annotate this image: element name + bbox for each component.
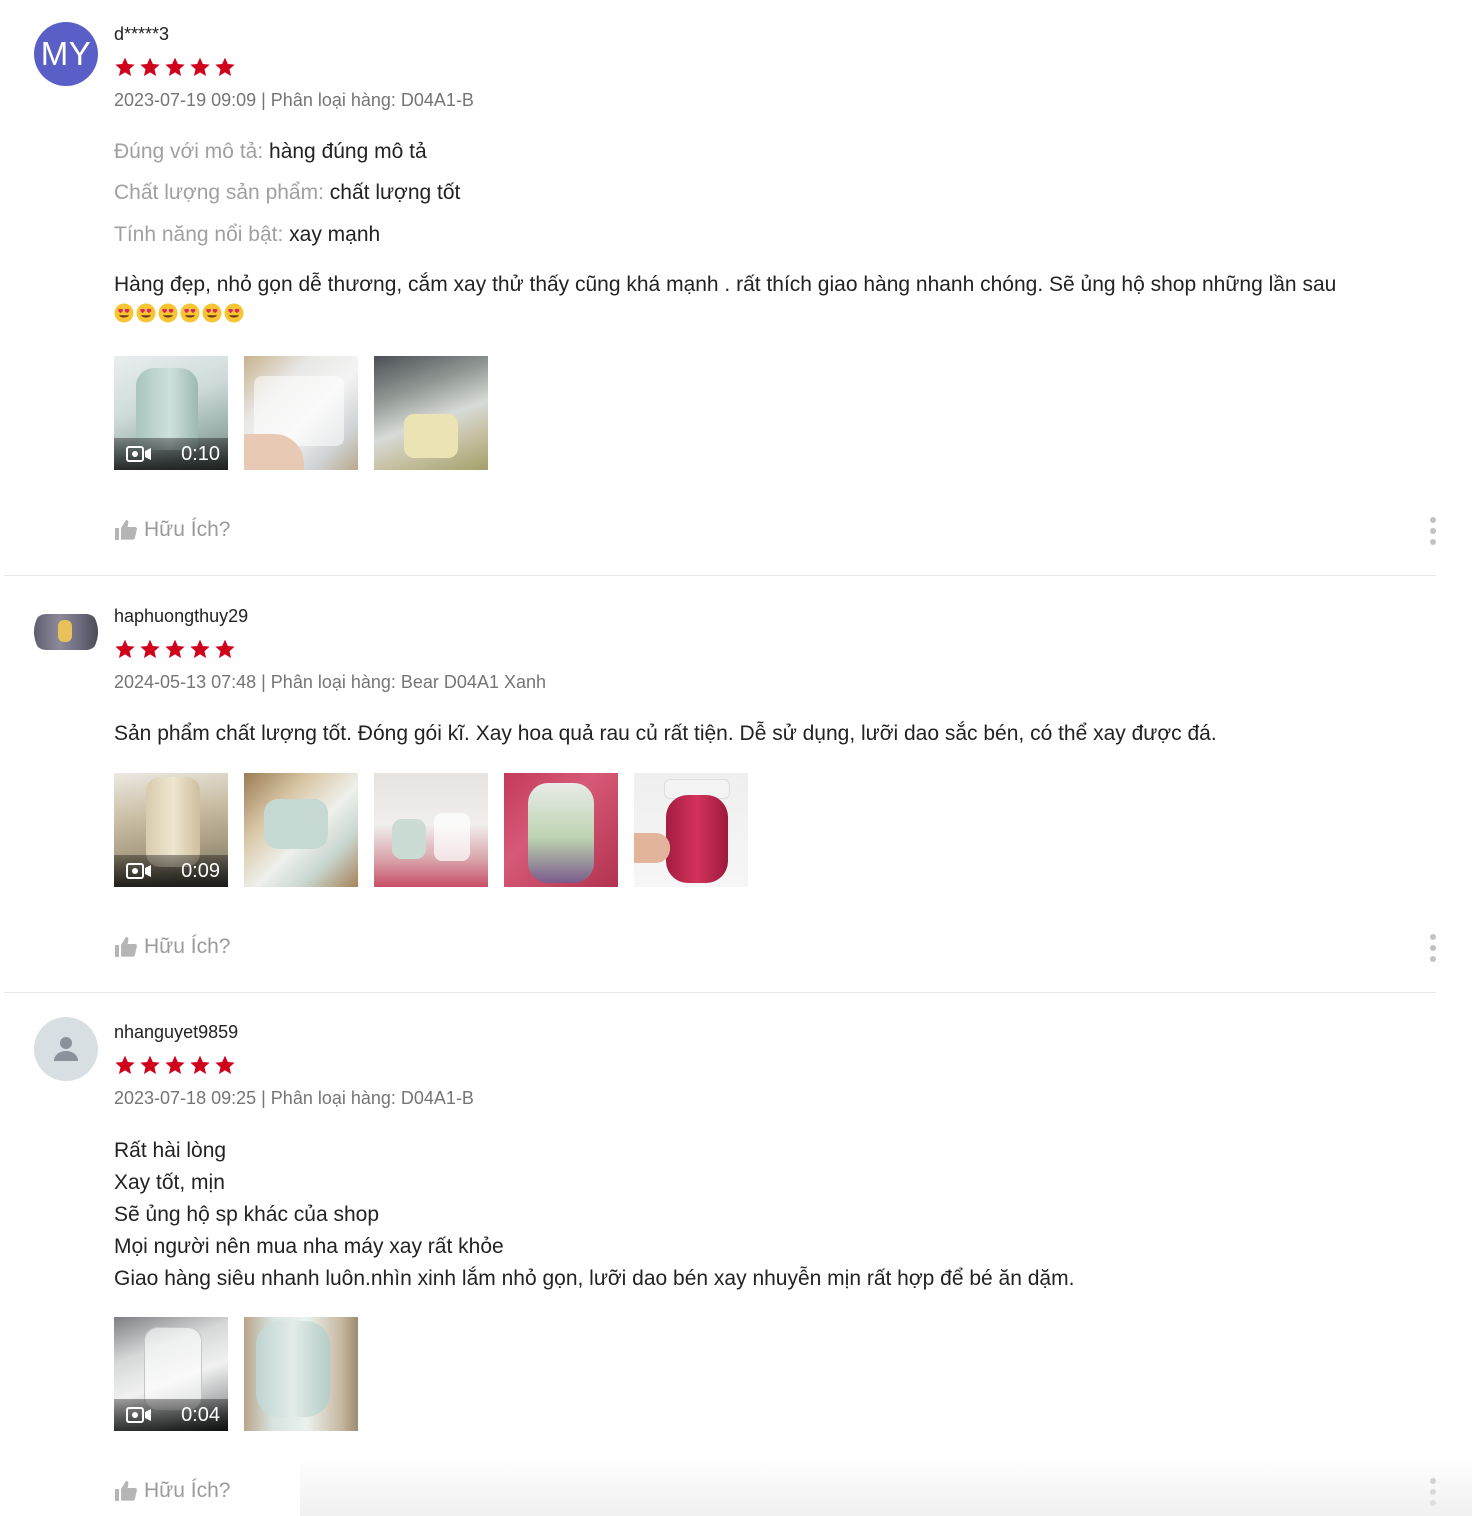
more-options-button[interactable] [1426,1478,1440,1506]
video-duration: 0:04 [181,1403,220,1426]
review-text-line: Mọi người nên mua nha máy xay rất khỏe [114,1235,504,1258]
dot [1430,1500,1436,1506]
thumbs-up-icon [115,1481,137,1501]
helpful-button[interactable]: Hữu Ích? [114,1479,230,1503]
star-rating [114,1054,236,1076]
star-icon [165,1055,185,1074]
review-meta: 2023-07-18 09:25 | Phân loại hàng: D04A1… [114,1088,474,1108]
review-text-line: Giao hàng siêu nhanh luôn.nhìn xinh lắm … [114,1267,1075,1290]
default-user-icon [54,1037,78,1061]
review-text-line: Sẽ ủng hộ sp khác của shop [114,1203,380,1226]
review-item: nhanguyet9859 2023-07-18 09:25 | Phân lo… [0,0,1440,1516]
star-icon [115,1055,135,1074]
review-video-thumbnail[interactable]: 0:04 [114,1317,228,1431]
review-text-line: Rất hài lòng [114,1139,227,1162]
avatar[interactable] [34,1017,98,1081]
video-camera-icon [126,1407,151,1423]
review-media: 0:04 [114,1317,358,1431]
review-photo-thumbnail[interactable] [244,1317,358,1431]
star-icon [215,1055,235,1074]
star-icon [140,1055,160,1074]
review-text: Rất hài lòng Xay tốt, mịn Sẽ ủng hộ sp k… [114,1135,1434,1295]
dot [1430,1489,1436,1495]
video-overlay: 0:04 [114,1399,228,1431]
review-text-line: Xay tốt, mịn [114,1171,225,1194]
helpful-label: Hữu Ích? [144,1479,231,1502]
dot [1430,1478,1436,1484]
reviewer-username: nhanguyet9859 [114,1022,239,1042]
star-icon [190,1055,210,1074]
